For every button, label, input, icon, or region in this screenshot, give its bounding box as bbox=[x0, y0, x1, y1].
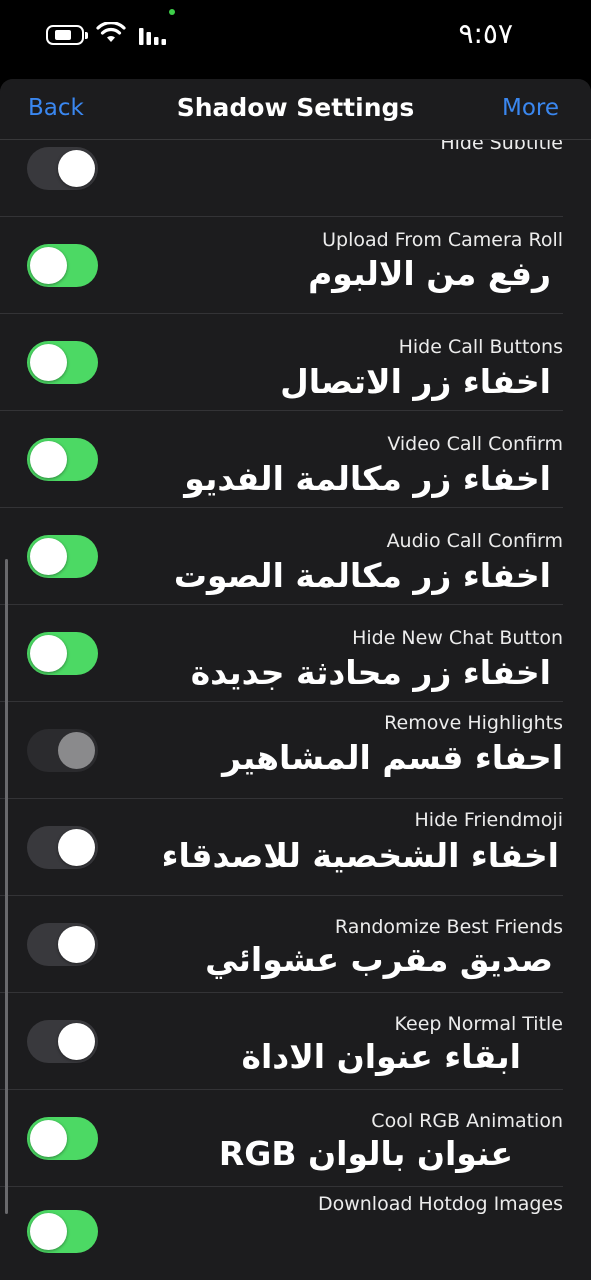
row-title: Download Hotdog Images bbox=[317, 1193, 563, 1215]
toggle-knob bbox=[58, 926, 95, 963]
list-item: Download Hotdog Images bbox=[0, 1187, 591, 1280]
toggle-switch[interactable] bbox=[27, 632, 98, 675]
toggle-switch[interactable] bbox=[27, 1020, 98, 1063]
row-subtitle-arabic: ابقاء عنوان الاداة bbox=[241, 1037, 522, 1076]
toggle-switch[interactable] bbox=[27, 1210, 98, 1253]
toggle-switch[interactable] bbox=[27, 147, 98, 190]
list-item: Remove Highlights احفاء قسم المشاهير bbox=[0, 702, 591, 799]
wifi-icon bbox=[96, 22, 126, 42]
toggle-switch[interactable] bbox=[27, 1117, 98, 1160]
toggle-knob bbox=[30, 247, 67, 284]
list-item: Hide Friendmoji اخفاء الشخصية للاصدقاء bbox=[0, 799, 591, 896]
list-item: Hide Call Buttons اخفاء زر الاتصال bbox=[0, 314, 591, 411]
list-item: Hide New Chat Button اخفاء زر محادثة جدي… bbox=[0, 605, 591, 702]
scroll-indicator[interactable] bbox=[5, 559, 8, 1214]
row-title: Hide Friendmoji bbox=[414, 809, 563, 831]
more-button[interactable]: More bbox=[502, 95, 559, 121]
row-subtitle-arabic: عنوان بالوان RGB bbox=[218, 1134, 513, 1173]
row-title: Remove Highlights bbox=[384, 712, 563, 734]
row-title: Hide Call Buttons bbox=[398, 336, 563, 358]
row-title: Keep Normal Title bbox=[394, 1013, 564, 1035]
toggle-switch[interactable] bbox=[27, 341, 98, 384]
status-bar: ٩:٥٧ bbox=[0, 0, 591, 78]
battery-icon bbox=[46, 25, 88, 45]
row-subtitle-arabic: اخفاء زر مكالمة الفديو bbox=[184, 459, 551, 498]
list-item: Hide Subtitle bbox=[0, 132, 591, 217]
row-subtitle-arabic: احفاء قسم المشاهير bbox=[222, 738, 563, 777]
toggle-knob bbox=[30, 635, 67, 672]
row-title: Hide New Chat Button bbox=[352, 627, 563, 649]
toggle-switch[interactable] bbox=[27, 826, 98, 869]
row-title: Video Call Confirm bbox=[387, 433, 563, 455]
row-subtitle-arabic: اخفاء زر الاتصال bbox=[280, 362, 551, 401]
toggle-knob bbox=[30, 441, 67, 478]
list-item: Audio Call Confirm اخفاء زر مكالمة الصوت bbox=[0, 508, 591, 605]
navigation-bar: Back Shadow Settings More bbox=[0, 79, 591, 140]
toggle-knob bbox=[30, 1213, 67, 1250]
privacy-indicator-dot bbox=[169, 9, 175, 15]
row-title: Cool RGB Animation bbox=[371, 1110, 563, 1132]
toggle-knob bbox=[30, 344, 67, 381]
list-item: Upload From Camera Roll رفع من الالبوم bbox=[0, 217, 591, 314]
row-subtitle-arabic: اخفاء الشخصية للاصدقاء bbox=[161, 836, 559, 875]
list-item: Keep Normal Title ابقاء عنوان الاداة bbox=[0, 993, 591, 1090]
toggle-switch[interactable] bbox=[27, 923, 98, 966]
toggle-knob bbox=[58, 150, 95, 187]
toggle-knob bbox=[30, 538, 67, 575]
row-subtitle-arabic: رفع من الالبوم bbox=[308, 254, 551, 293]
toggle-switch[interactable] bbox=[27, 438, 98, 481]
signal-icon bbox=[139, 28, 166, 45]
toggle-knob bbox=[58, 732, 95, 769]
toggle-switch[interactable] bbox=[27, 535, 98, 578]
toggle-switch[interactable] bbox=[27, 244, 98, 287]
row-subtitle-arabic: اخفاء زر مكالمة الصوت bbox=[173, 556, 551, 595]
row-subtitle-arabic: اخفاء زر محادثة جديدة bbox=[190, 653, 551, 692]
toggle-switch[interactable] bbox=[27, 729, 98, 772]
list-item: Video Call Confirm اخفاء زر مكالمة الفدي… bbox=[0, 411, 591, 508]
toggle-knob bbox=[58, 829, 95, 866]
row-subtitle-arabic: صديق مقرب عشوائي bbox=[205, 940, 553, 979]
status-time: ٩:٥٧ bbox=[458, 17, 513, 50]
settings-sheet: Back Shadow Settings More Hide Subtitle … bbox=[0, 79, 591, 1280]
list-item: Cool RGB Animation عنوان بالوان RGB bbox=[0, 1090, 591, 1187]
row-title: Upload From Camera Roll bbox=[322, 229, 563, 251]
row-title: Randomize Best Friends bbox=[334, 916, 563, 938]
row-title: Audio Call Confirm bbox=[386, 530, 563, 552]
toggle-knob bbox=[58, 1023, 95, 1060]
toggle-knob bbox=[30, 1120, 67, 1157]
list-item: Randomize Best Friends صديق مقرب عشوائي bbox=[0, 896, 591, 993]
